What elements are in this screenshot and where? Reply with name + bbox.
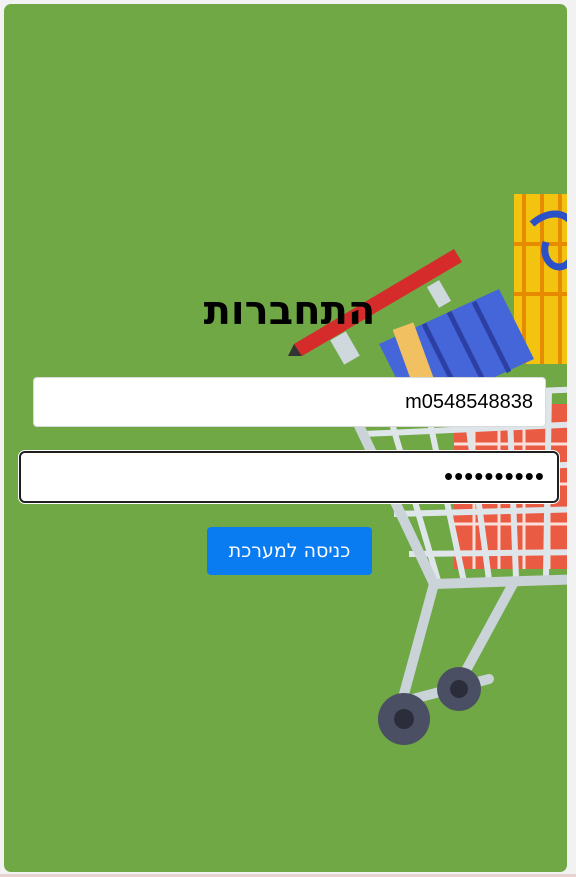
phone-input[interactable]: m0548548838 <box>33 377 546 427</box>
page-title: התחברות <box>203 288 376 334</box>
login-card: התחברות m0548548838 •••••••••• כניסה למע… <box>4 4 567 872</box>
password-input[interactable]: •••••••••• <box>19 451 559 503</box>
login-button[interactable]: כניסה למערכת <box>207 527 372 575</box>
